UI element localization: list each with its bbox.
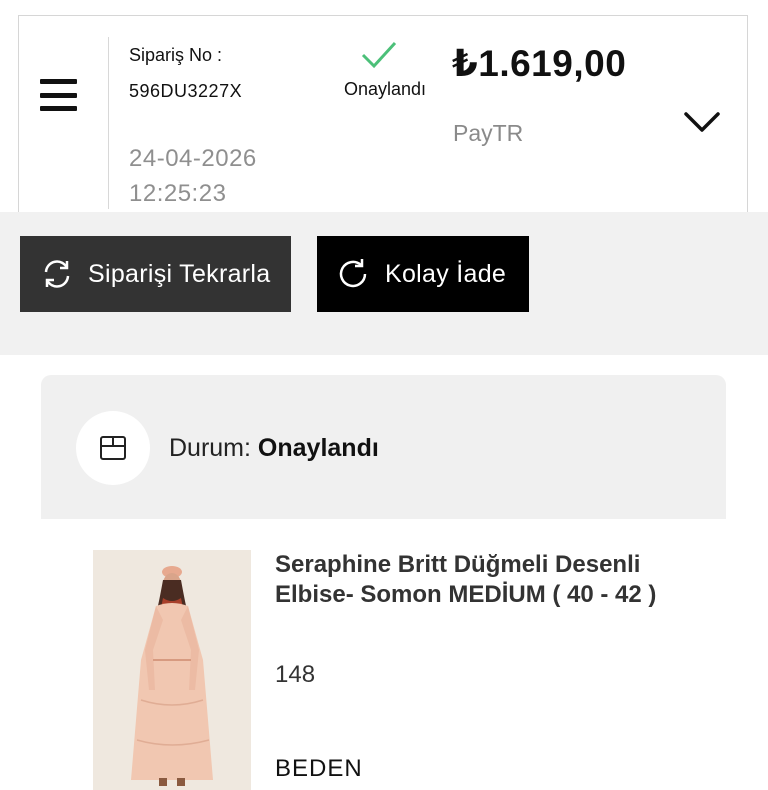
order-datetime: 24-04-2026 12:25:23 bbox=[129, 141, 257, 211]
order-item: Seraphine Britt Düğmeli Desenli Elbise- … bbox=[41, 519, 726, 790]
order-actions: Siparişi Tekrarla Kolay İade bbox=[0, 212, 768, 355]
easy-return-button[interactable]: Kolay İade bbox=[317, 236, 529, 312]
easy-return-label: Kolay İade bbox=[385, 259, 507, 288]
hamburger-icon[interactable] bbox=[40, 79, 77, 111]
product-image[interactable] bbox=[93, 550, 251, 790]
order-status: Onaylandı bbox=[344, 79, 427, 99]
status-value: Onaylandı bbox=[257, 434, 379, 462]
payment-method: PayTR bbox=[453, 120, 524, 146]
order-time: 12:25:23 bbox=[129, 180, 227, 207]
size-label: BEDEN bbox=[275, 755, 363, 782]
order-total: ₺1.619,00 bbox=[452, 43, 627, 84]
repeat-order-label: Siparişi Tekrarla bbox=[88, 259, 271, 288]
return-icon bbox=[339, 259, 367, 288]
dress-photo bbox=[93, 550, 251, 790]
product-code: 148 bbox=[275, 661, 316, 688]
box-icon bbox=[100, 436, 126, 460]
order-number-label: Sipariş No : bbox=[129, 45, 223, 65]
order-number: 596DU3227X bbox=[129, 81, 243, 101]
status-line: Durum: Onaylandı bbox=[169, 434, 379, 463]
repeat-icon bbox=[44, 260, 70, 288]
order-status-card: Durum: Onaylandı Seraphine Britt Düğmeli… bbox=[41, 375, 726, 790]
status-label: Durum: bbox=[169, 434, 251, 462]
chevron-down-icon[interactable] bbox=[683, 110, 721, 136]
box-icon-wrapper bbox=[76, 411, 150, 485]
order-date: 24-04-2026 bbox=[129, 145, 257, 172]
divider bbox=[108, 37, 109, 209]
repeat-order-button[interactable]: Siparişi Tekrarla bbox=[20, 236, 291, 312]
product-name[interactable]: Seraphine Britt Düğmeli Desenli Elbise- … bbox=[275, 550, 695, 610]
check-icon bbox=[361, 41, 397, 69]
